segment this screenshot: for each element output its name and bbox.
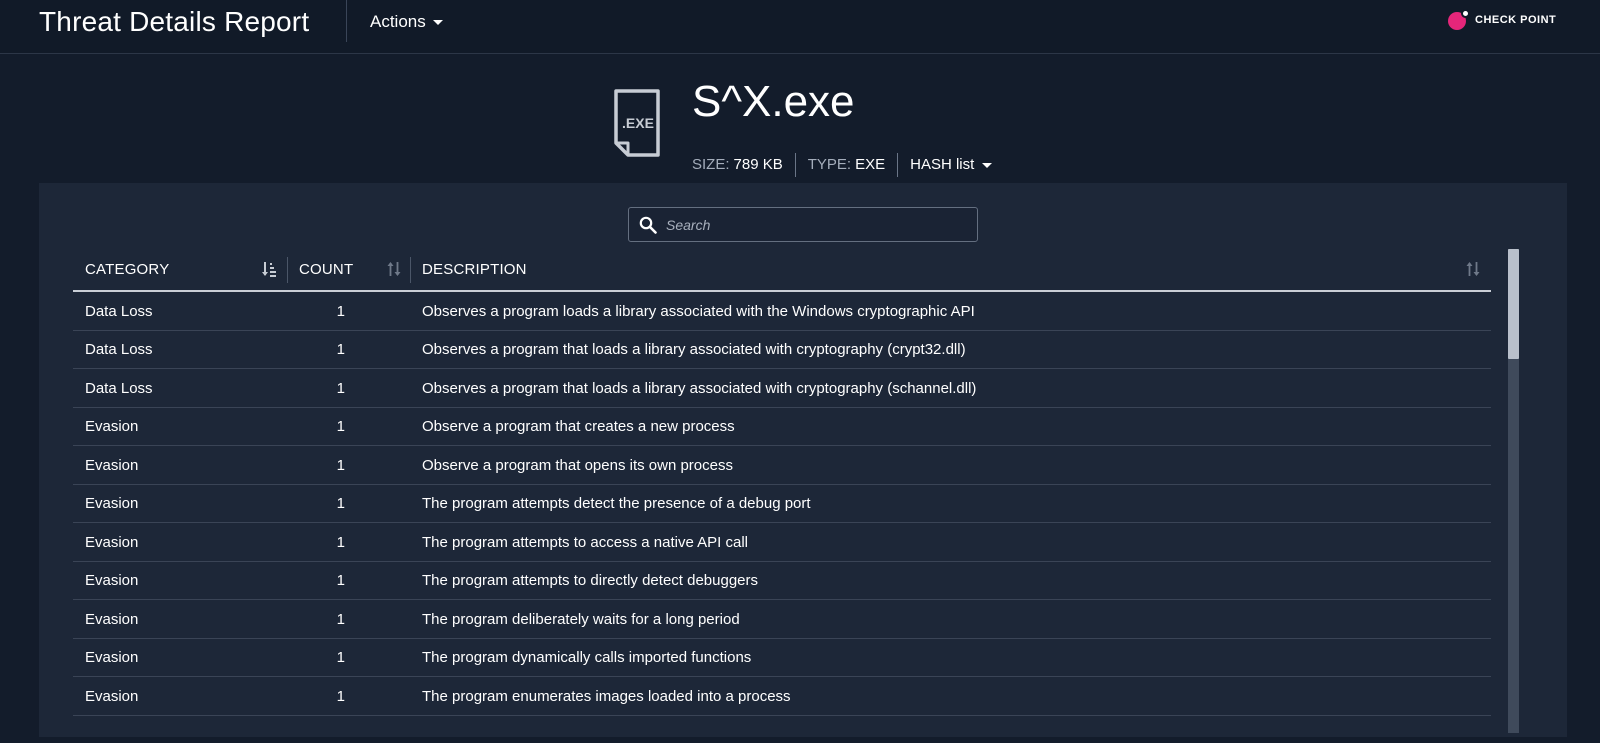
table-body: Data Loss 1 Observes a program loads a lib… bbox=[73, 292, 1491, 716]
table-row[interactable]: Evasion 1 The program attempts to access a… bbox=[73, 523, 1491, 562]
row-description: Observe a program that creates a new pro… bbox=[422, 418, 735, 435]
file-icon-label: .EXE bbox=[622, 115, 654, 131]
table-row[interactable]: Evasion 1 The program deliberately waits f… bbox=[73, 600, 1491, 639]
row-category: Evasion bbox=[85, 418, 139, 435]
column-header-count[interactable]: COUNT bbox=[299, 248, 353, 290]
file-name: S^X.exe bbox=[692, 77, 855, 126]
row-description: Observe a program that opens its own pro… bbox=[422, 456, 733, 474]
row-count: 1 bbox=[336, 418, 345, 435]
table-row[interactable]: Evasion 1 The program enumerates images lo… bbox=[73, 677, 1491, 716]
row-count: 1 bbox=[336, 379, 345, 397]
logo-text: CHECK POINT bbox=[1475, 14, 1557, 26]
row-count: 1 bbox=[336, 341, 345, 358]
caret-down-icon bbox=[432, 19, 443, 25]
file-size: SIZE: 789 KB bbox=[692, 153, 795, 177]
row-description: Observes a program that loads a library … bbox=[422, 341, 966, 358]
size-value: 789 KB bbox=[733, 156, 783, 173]
row-count: 1 bbox=[336, 533, 345, 551]
row-category: Data Loss bbox=[85, 302, 153, 320]
column-divider bbox=[287, 257, 288, 283]
table-row[interactable]: Data Loss 1 Observes a program that loads … bbox=[73, 331, 1491, 369]
row-count: 1 bbox=[336, 456, 345, 474]
table-row[interactable]: Data Loss 1 Observes a program that loads … bbox=[73, 369, 1491, 408]
file-meta: SIZE: 789 KB TYPE: EXE HASH list bbox=[692, 153, 1004, 177]
column-header-category[interactable]: CATEGORY bbox=[85, 248, 169, 290]
table-row[interactable]: Evasion 1 Observe a program that creates a… bbox=[73, 408, 1491, 446]
row-description: The program deliberately waits for a lon… bbox=[422, 610, 740, 628]
caret-down-icon bbox=[982, 162, 993, 168]
sort-ascending-icon[interactable] bbox=[262, 261, 276, 277]
table-row[interactable]: Evasion 1 The program attempts to directly… bbox=[73, 562, 1491, 600]
hash-list-dropdown[interactable]: HASH list bbox=[898, 153, 1004, 177]
column-divider bbox=[410, 257, 411, 283]
row-category: Evasion bbox=[85, 687, 139, 705]
row-category: Data Loss bbox=[85, 341, 153, 358]
search-input[interactable] bbox=[666, 216, 966, 233]
row-count: 1 bbox=[336, 649, 345, 666]
table-row[interactable]: Evasion 1 The program dynamically calls im… bbox=[73, 639, 1491, 677]
table-row[interactable]: Data Loss 1 Observes a program loads a lib… bbox=[73, 292, 1491, 331]
row-category: Evasion bbox=[85, 610, 139, 628]
row-count: 1 bbox=[336, 302, 345, 320]
row-description: The program attempts to access a native … bbox=[422, 533, 748, 551]
row-description: The program dynamically calls imported f… bbox=[422, 649, 752, 666]
hash-list-label: HASH list bbox=[910, 156, 975, 173]
type-label: TYPE: bbox=[807, 156, 852, 173]
search-box[interactable] bbox=[628, 207, 978, 242]
row-description: The program enumerates images loaded int… bbox=[422, 687, 791, 705]
row-count: 1 bbox=[336, 495, 345, 512]
title-divider bbox=[346, 0, 347, 42]
table-row[interactable]: Evasion 1 Observe a program that opens its… bbox=[73, 446, 1491, 485]
table-row[interactable]: Evasion 1 The program attempts detect the … bbox=[73, 485, 1491, 523]
row-count: 1 bbox=[336, 610, 345, 628]
sort-icon[interactable] bbox=[387, 261, 401, 277]
vertical-scrollbar[interactable] bbox=[1508, 249, 1519, 733]
behaviors-panel: CATEGORY COUNT DESCRIPTION bbox=[39, 183, 1567, 737]
row-description: The program attempts to directly detect … bbox=[422, 572, 759, 589]
top-bar: Threat Details Report Actions CHECK POIN… bbox=[0, 0, 1600, 54]
app-title: Threat Details Report bbox=[39, 6, 310, 37]
type-value: EXE bbox=[855, 156, 886, 173]
behaviors-table: CATEGORY COUNT DESCRIPTION Data Loss 1 O… bbox=[73, 248, 1491, 716]
row-description: Observes a program that loads a library … bbox=[422, 379, 977, 397]
column-header-description[interactable]: DESCRIPTION bbox=[422, 248, 527, 290]
row-description: The program attempts detect the presence… bbox=[422, 495, 811, 512]
row-category: Evasion bbox=[85, 649, 139, 666]
file-type: TYPE: EXE bbox=[796, 153, 897, 177]
exe-file-icon: .EXE bbox=[614, 89, 660, 157]
search-icon bbox=[639, 216, 657, 234]
row-category: Evasion bbox=[85, 495, 139, 512]
row-category: Evasion bbox=[85, 456, 139, 474]
row-count: 1 bbox=[336, 572, 345, 589]
table-header: CATEGORY COUNT DESCRIPTION bbox=[73, 248, 1491, 292]
row-category: Data Loss bbox=[85, 379, 153, 397]
check-point-logo: CHECK POINT bbox=[1448, 9, 1556, 31]
row-category: Evasion bbox=[85, 572, 139, 589]
actions-menu-button[interactable]: Actions bbox=[370, 10, 443, 34]
row-description: Observes a program loads a library assoc… bbox=[422, 302, 975, 320]
row-count: 1 bbox=[336, 687, 345, 705]
size-label: SIZE: bbox=[692, 156, 730, 173]
logo-mark-icon bbox=[1448, 9, 1470, 31]
sort-icon[interactable] bbox=[1466, 261, 1480, 277]
actions-label: Actions bbox=[370, 12, 426, 31]
row-category: Evasion bbox=[85, 533, 139, 551]
scrollbar-thumb[interactable] bbox=[1508, 249, 1519, 359]
